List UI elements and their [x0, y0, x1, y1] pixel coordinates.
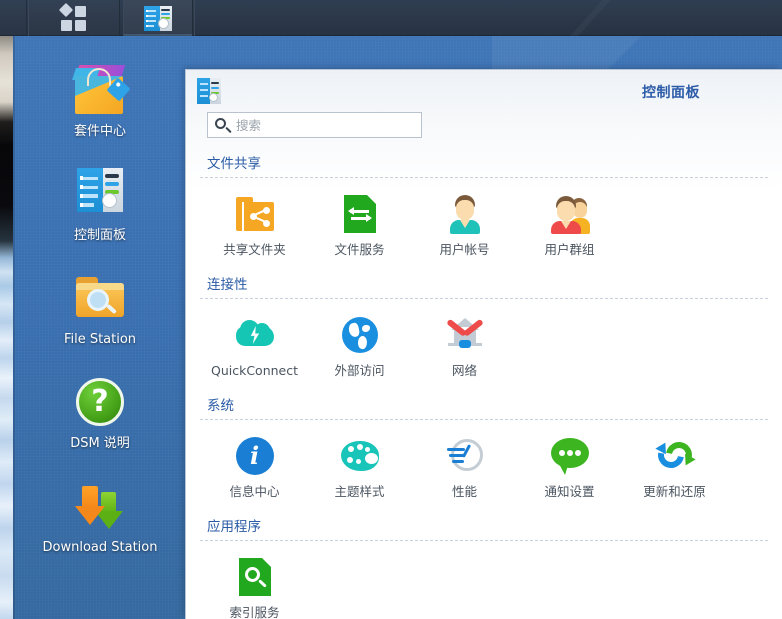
- desktop-icon-list: 套件中心 控制面板 File Station ? DSM 说明 Download…: [15, 36, 185, 556]
- tile-label: 主题样式: [334, 484, 385, 499]
- taskbar-diagonal-accent: [542, 0, 782, 36]
- tile-label: 用户帐号: [439, 242, 490, 257]
- file-service-icon: [338, 192, 382, 236]
- tile-file-service[interactable]: 文件服务: [307, 188, 412, 271]
- desktop-icon-dsm-help[interactable]: ? DSM 说明: [25, 348, 175, 452]
- section-file-sharing: 文件共享 共享文件夹 文件服务 用户帐号 用户群组: [200, 152, 768, 271]
- tile-label: 索引服务: [229, 605, 280, 619]
- window-body: 文件共享 共享文件夹: [186, 112, 782, 619]
- section-divider: [200, 540, 768, 541]
- globe-icon: [338, 313, 382, 357]
- index-service-icon: [233, 555, 277, 599]
- tile-user-group[interactable]: 用户群组: [517, 188, 622, 271]
- section-title: 连接性: [207, 277, 248, 293]
- section-applications: 应用程序 索引服务: [200, 515, 768, 619]
- info-circle-icon: i: [233, 434, 277, 478]
- desktop-icon-label: 套件中心: [73, 124, 126, 139]
- desktop-icon-download-station[interactable]: Download Station: [25, 452, 175, 556]
- search-box[interactable]: [207, 112, 422, 138]
- desktop-screen: 套件中心 控制面板 File Station ? DSM 说明 Download…: [0, 0, 782, 619]
- tile-network[interactable]: 网络: [412, 309, 517, 392]
- grid-apps-icon: [58, 2, 88, 32]
- desktop-icon-label: Download Station: [42, 540, 158, 555]
- background-window-sliver[interactable]: [0, 36, 13, 619]
- network-house-icon: [443, 313, 487, 357]
- desktop-icon-label: DSM 说明: [70, 436, 130, 451]
- tile-label: QuickConnect: [210, 363, 299, 378]
- file-station-icon: [72, 270, 128, 326]
- desktop-icon-label: 控制面板: [73, 228, 126, 243]
- tile-row: 共享文件夹 文件服务 用户帐号 用户群组: [200, 188, 768, 271]
- control-panel-window: 控制面板 文件共享 共享文件夹: [185, 69, 782, 619]
- tile-theme-style[interactable]: 主题样式: [307, 430, 412, 513]
- download-arrows-icon: [72, 478, 128, 534]
- desktop-icon-file-station[interactable]: File Station: [25, 244, 175, 348]
- help-question-icon: ?: [72, 374, 128, 430]
- tile-label: 共享文件夹: [223, 242, 286, 257]
- taskbar-left-gap: [0, 0, 27, 36]
- package-center-icon: [72, 62, 131, 118]
- control-panel-icon: [72, 166, 128, 222]
- desktop-icon-control-panel[interactable]: 控制面板: [25, 140, 175, 244]
- info-glyph: i: [235, 437, 274, 475]
- tile-shared-folder[interactable]: 共享文件夹: [202, 188, 307, 271]
- quickconnect-cloud-icon: [233, 313, 277, 357]
- taskbar-empty-area: [194, 0, 574, 36]
- tile-label: 通知设置: [544, 484, 595, 499]
- tile-label: 网络: [451, 363, 477, 378]
- tile-quickconnect[interactable]: QuickConnect: [202, 309, 307, 392]
- section-connectivity: 连接性 QuickConnect 外部访问 网络: [200, 273, 768, 392]
- tile-index-service[interactable]: 索引服务: [202, 551, 307, 619]
- tile-performance[interactable]: 性能: [412, 430, 517, 513]
- shared-folder-icon: [233, 192, 277, 236]
- tile-external-access[interactable]: 外部访问: [307, 309, 412, 392]
- search-input[interactable]: [236, 113, 416, 137]
- control-panel-icon: [197, 78, 221, 104]
- taskbar: [0, 0, 782, 36]
- performance-gauge-icon: [443, 434, 487, 478]
- tile-row: 索引服务: [200, 551, 768, 619]
- section-title: 应用程序: [207, 519, 261, 535]
- page-title: 控制面板: [642, 85, 700, 101]
- search-icon: [215, 118, 226, 129]
- section-title: 文件共享: [207, 156, 261, 172]
- taskbar-main-menu-button[interactable]: [28, 0, 120, 36]
- control-panel-icon: [144, 5, 172, 31]
- section-title: 系统: [207, 398, 234, 414]
- tile-label: 外部访问: [334, 363, 385, 378]
- tile-user-account[interactable]: 用户帐号: [412, 188, 517, 271]
- user-account-icon: [443, 192, 487, 236]
- tile-label: 信息中心: [229, 484, 280, 499]
- taskbar-control-panel-button[interactable]: [123, 0, 193, 36]
- update-restore-icon: [652, 434, 697, 478]
- section-divider: [200, 419, 768, 420]
- desktop-icon-label: File Station: [63, 332, 137, 347]
- tile-row: i 信息中心 主题样式 性能 通知设置 更新和还原: [200, 430, 768, 513]
- question-mark-glyph: ?: [76, 378, 124, 426]
- section-divider: [200, 177, 768, 178]
- tile-info-center[interactable]: i 信息中心: [202, 430, 307, 513]
- tile-row: QuickConnect 外部访问 网络: [200, 309, 768, 392]
- tile-label: 用户群组: [544, 242, 595, 257]
- tile-label: 更新和还原: [643, 484, 706, 499]
- section-system: 系统 i 信息中心 主题样式 性能 通知设置 更新和还原: [200, 394, 768, 513]
- tile-label: 文件服务: [334, 242, 385, 257]
- notification-bubble-icon: [548, 434, 592, 478]
- section-divider: [200, 298, 768, 299]
- theme-palette-icon: [338, 434, 382, 478]
- window-titlebar: 控制面板: [186, 70, 782, 112]
- tile-label: 性能: [451, 484, 477, 499]
- tile-update-restore[interactable]: 更新和还原: [622, 430, 727, 513]
- tile-notification[interactable]: 通知设置: [517, 430, 622, 513]
- user-group-icon: [548, 192, 592, 236]
- desktop-icon-package-center[interactable]: 套件中心: [25, 36, 175, 140]
